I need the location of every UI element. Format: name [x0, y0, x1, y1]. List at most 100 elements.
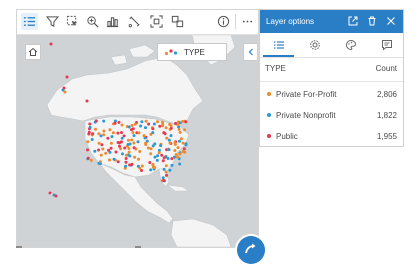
- map-point[interactable]: [153, 142, 157, 146]
- map-point[interactable]: [144, 143, 148, 146]
- map-point[interactable]: [117, 120, 121, 124]
- map-point[interactable]: [162, 131, 166, 135]
- map-point[interactable]: [88, 122, 92, 126]
- map-point[interactable]: [128, 163, 132, 167]
- map-point[interactable]: [106, 136, 110, 140]
- map-point[interactable]: [86, 148, 89, 152]
- map-point[interactable]: [157, 151, 161, 155]
- map-point[interactable]: [140, 120, 144, 124]
- map-point[interactable]: [124, 153, 128, 157]
- map-point[interactable]: [173, 149, 177, 152]
- map-point[interactable]: [167, 138, 171, 142]
- map-point[interactable]: [149, 147, 153, 151]
- map-point[interactable]: [127, 150, 131, 154]
- tab-popup[interactable]: [369, 33, 404, 56]
- map-point[interactable]: [116, 160, 120, 164]
- info-icon[interactable]: [215, 13, 232, 30]
- map-point[interactable]: [169, 126, 173, 130]
- map-point[interactable]: [138, 150, 142, 153]
- resize-handle-bottom[interactable]: [135, 246, 141, 248]
- more-icon[interactable]: [239, 13, 256, 30]
- map-point[interactable]: [65, 75, 69, 79]
- map-point[interactable]: [149, 168, 153, 172]
- map-point[interactable]: [132, 134, 136, 138]
- map-point[interactable]: [97, 141, 101, 145]
- map-point[interactable]: [149, 152, 153, 156]
- map-point[interactable]: [104, 151, 108, 155]
- map-point[interactable]: [91, 132, 95, 136]
- map-point[interactable]: [116, 131, 120, 135]
- map-point[interactable]: [128, 154, 132, 158]
- map-point[interactable]: [116, 141, 120, 144]
- map-point[interactable]: [168, 141, 172, 145]
- map-point[interactable]: [144, 119, 148, 123]
- resize-handle-bl[interactable]: [16, 246, 22, 248]
- map-point[interactable]: [168, 168, 172, 172]
- map-point[interactable]: [124, 164, 128, 168]
- map-point[interactable]: [133, 122, 137, 126]
- map-point[interactable]: [180, 137, 183, 141]
- map-point[interactable]: [124, 157, 128, 160]
- map-point[interactable]: [112, 157, 116, 161]
- map-point[interactable]: [156, 120, 159, 124]
- map-point[interactable]: [121, 152, 124, 156]
- map-point[interactable]: [86, 156, 90, 160]
- map-point[interactable]: [108, 158, 111, 162]
- map-point[interactable]: [127, 125, 131, 129]
- map-point[interactable]: [170, 157, 174, 161]
- map-point[interactable]: [122, 134, 126, 138]
- flip-card-button[interactable]: [237, 236, 265, 264]
- map-point[interactable]: [130, 128, 133, 132]
- map-point[interactable]: [142, 134, 146, 138]
- map-point[interactable]: [137, 131, 141, 135]
- map-point[interactable]: [86, 140, 90, 144]
- map-point[interactable]: [140, 164, 144, 168]
- map-point[interactable]: [147, 122, 151, 126]
- map-point[interactable]: [114, 150, 118, 154]
- map-point[interactable]: [48, 191, 52, 195]
- map-point[interactable]: [161, 176, 165, 180]
- map-point[interactable]: [85, 99, 89, 103]
- map-point[interactable]: [156, 154, 160, 158]
- map-point[interactable]: [130, 138, 134, 142]
- map-point[interactable]: [101, 147, 105, 151]
- map-point[interactable]: [126, 138, 130, 142]
- map-point[interactable]: [146, 146, 150, 150]
- map-point[interactable]: [178, 130, 182, 134]
- tab-appearance[interactable]: [333, 33, 368, 56]
- filter-icon[interactable]: [44, 13, 61, 30]
- map-point[interactable]: [97, 148, 100, 152]
- map-point[interactable]: [161, 124, 165, 128]
- map-point[interactable]: [100, 143, 104, 147]
- map-point[interactable]: [113, 121, 117, 125]
- map-point[interactable]: [182, 147, 186, 151]
- map-point[interactable]: [178, 162, 182, 166]
- map-point[interactable]: [110, 135, 114, 139]
- map-point[interactable]: [162, 167, 166, 171]
- map-point[interactable]: [177, 127, 181, 131]
- map-point[interactable]: [123, 146, 127, 150]
- map-point[interactable]: [174, 121, 178, 125]
- tab-style[interactable]: [297, 33, 332, 56]
- map-point[interactable]: [120, 123, 124, 127]
- map-point[interactable]: [108, 128, 112, 132]
- map-point[interactable]: [178, 121, 182, 125]
- spatial-analysis-icon[interactable]: [169, 13, 186, 30]
- map-point[interactable]: [93, 149, 97, 153]
- map-point[interactable]: [151, 163, 155, 167]
- map-point[interactable]: [144, 126, 147, 130]
- map-point[interactable]: [137, 157, 140, 161]
- map-point[interactable]: [148, 161, 152, 164]
- map-point[interactable]: [176, 146, 180, 150]
- map-point[interactable]: [165, 173, 168, 177]
- map-point[interactable]: [161, 120, 164, 124]
- map-point[interactable]: [136, 140, 140, 144]
- map-point[interactable]: [90, 138, 94, 141]
- map-point[interactable]: [111, 131, 115, 135]
- map-point[interactable]: [178, 152, 182, 156]
- map-point[interactable]: [183, 128, 186, 132]
- map-point[interactable]: [118, 144, 121, 148]
- selection-icon[interactable]: [64, 13, 81, 30]
- legend-row[interactable]: Public 1,955: [260, 127, 403, 147]
- map-point[interactable]: [178, 139, 181, 143]
